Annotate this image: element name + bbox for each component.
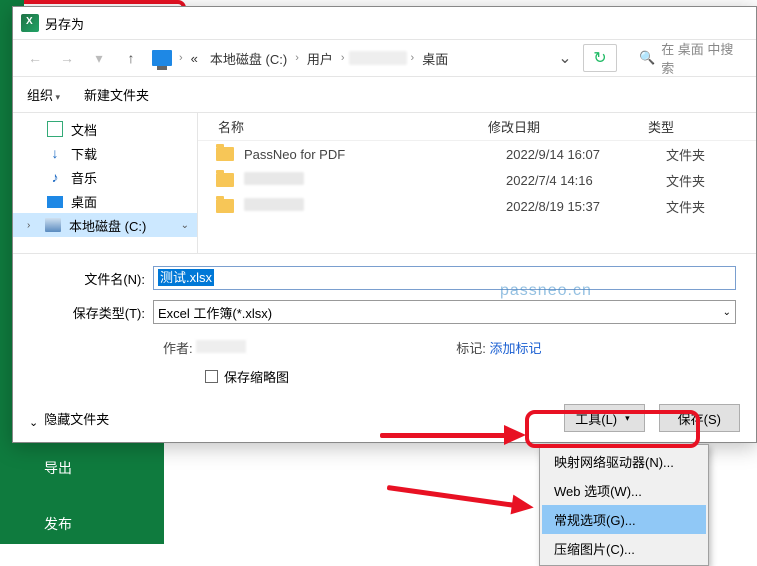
breadcrumb-desktop[interactable]: 桌面	[418, 49, 452, 68]
sidebar-item-documents[interactable]: 文档	[13, 117, 197, 141]
pc-icon[interactable]	[152, 50, 172, 66]
document-icon	[47, 121, 63, 137]
download-icon: ↓	[47, 145, 63, 161]
refresh-icon[interactable]: ↻	[583, 44, 617, 72]
folder-icon	[216, 147, 234, 161]
sidebar-item-desktop[interactable]: 桌面	[13, 189, 197, 213]
column-name[interactable]: 名称	[198, 117, 488, 136]
save-as-dialog: 另存为 ← → ▾ ↑ › « 本地磁盘 (C:) › 用户 › › 桌面 ⌄ …	[12, 6, 757, 443]
desktop-icon	[47, 196, 63, 208]
chevron-right-icon: ›	[341, 52, 345, 64]
table-row[interactable]: 2022/8/19 15:37 文件夹	[198, 193, 756, 219]
nav-back-icon[interactable]: ←	[21, 44, 49, 72]
author-value[interactable]	[196, 340, 246, 353]
tag-label: 标记:	[456, 341, 486, 356]
breadcrumb-users[interactable]: 用户	[303, 49, 337, 68]
column-type[interactable]: 类型	[648, 117, 756, 136]
new-folder-button[interactable]: 新建文件夹	[84, 85, 149, 104]
breadcrumb-user-blurred[interactable]	[349, 51, 407, 65]
nav-sidebar: 文档 ↓下载 ♪音乐 桌面 ›本地磁盘 (C:)⌄	[13, 113, 198, 253]
filename-label: 文件名(N):	[33, 269, 153, 288]
folder-icon	[216, 173, 234, 187]
hide-folders-toggle[interactable]: 隐藏文件夹	[29, 409, 109, 428]
search-input[interactable]: 🔍 在 桌面 中搜索	[633, 44, 748, 72]
search-placeholder: 在 桌面 中搜索	[661, 39, 742, 77]
sidebar-item-music[interactable]: ♪音乐	[13, 165, 197, 189]
table-row[interactable]: PassNeo for PDF 2022/9/14 16:07 文件夹	[198, 141, 756, 167]
filetype-label: 保存类型(T):	[33, 303, 153, 322]
menu-web-options[interactable]: Web 选项(W)...	[542, 476, 706, 505]
dialog-title: 另存为	[45, 14, 84, 33]
chevron-right-icon: ›	[179, 52, 183, 64]
chevron-right-icon[interactable]: ›	[27, 220, 37, 231]
chevron-right-icon: ›	[295, 52, 299, 64]
menu-compress[interactable]: 压缩图片(C)...	[542, 534, 706, 563]
chevron-down-icon[interactable]: ⌄	[181, 220, 189, 231]
watermark: passneo.cn	[500, 282, 592, 300]
filename-input[interactable]: 测试.xlsx	[153, 266, 736, 290]
sidebar-item-disk-c[interactable]: ›本地磁盘 (C:)⌄	[13, 213, 197, 237]
breadcrumb-disk[interactable]: 本地磁盘 (C:)	[206, 49, 291, 68]
thumbnail-checkbox[interactable]	[205, 370, 218, 383]
search-icon: 🔍	[639, 50, 655, 66]
column-date[interactable]: 修改日期	[488, 117, 648, 136]
excel-icon	[21, 14, 39, 32]
menu-general-options[interactable]: 常规选项(G)...	[542, 505, 706, 534]
chevron-down-icon: ⌄	[723, 307, 731, 318]
tools-menu: 映射网络驱动器(N)... Web 选项(W)... 常规选项(G)... 压缩…	[539, 444, 709, 566]
breadcrumb-root[interactable]: «	[187, 51, 202, 66]
nav-up-icon[interactable]: ↑	[117, 44, 145, 72]
nav-recent-icon[interactable]: ▾	[85, 44, 113, 72]
arrow-annotation	[383, 477, 547, 539]
address-dropdown-icon[interactable]: ⌄	[551, 44, 579, 72]
disk-icon	[45, 218, 61, 232]
table-row[interactable]: 2022/7/4 14:16 文件夹	[198, 167, 756, 193]
folder-icon	[216, 199, 234, 213]
music-icon: ♪	[47, 169, 63, 185]
sidebar-item-downloads[interactable]: ↓下载	[13, 141, 197, 165]
backstage-export[interactable]: 导出	[24, 440, 164, 496]
chevron-right-icon: ›	[411, 52, 415, 64]
filetype-select[interactable]: Excel 工作簿(*.xlsx)⌄	[153, 300, 736, 324]
nav-forward-icon[interactable]: →	[53, 44, 81, 72]
organize-button[interactable]: 组织	[27, 85, 60, 104]
highlight-box	[525, 410, 700, 448]
add-tag-link[interactable]: 添加标记	[490, 341, 542, 356]
thumbnail-label: 保存缩略图	[224, 367, 289, 386]
author-label: 作者:	[163, 341, 193, 356]
menu-map-drive[interactable]: 映射网络驱动器(N)...	[542, 447, 706, 476]
